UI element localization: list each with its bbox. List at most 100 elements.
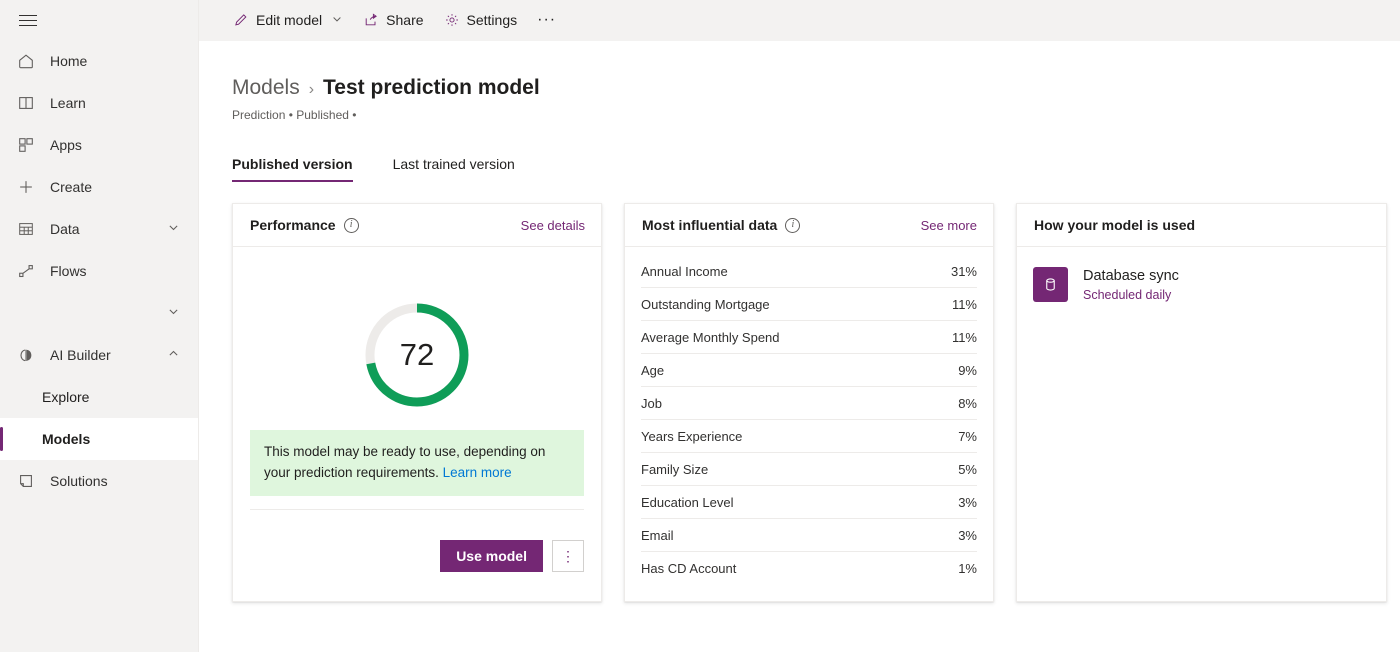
sidebar-item-label: Learn	[50, 95, 86, 111]
usage-item-name: Database sync	[1083, 267, 1179, 286]
feature-name: Annual Income	[641, 264, 728, 279]
home-icon	[16, 51, 36, 71]
flow-icon	[16, 261, 36, 281]
hamburger-menu-icon[interactable]	[8, 0, 48, 40]
chevron-up-icon[interactable]	[167, 347, 180, 363]
sidebar-item-label: Apps	[50, 137, 82, 153]
table-row: Age 9%	[641, 354, 977, 387]
chevron-down-icon[interactable]	[167, 221, 180, 237]
table-row: Annual Income 31%	[641, 255, 977, 288]
pencil-icon	[233, 12, 249, 28]
feature-percent: 8%	[958, 396, 977, 411]
usage-card-title: How your model is used	[1034, 217, 1195, 233]
command-bar: Edit model Share	[199, 0, 1400, 41]
edit-model-button[interactable]: Edit model	[223, 4, 353, 36]
see-details-link[interactable]: See details	[521, 218, 585, 233]
sidebar-item-data[interactable]: Data	[0, 208, 198, 250]
sidebar-item-apps[interactable]: Apps	[0, 124, 198, 166]
feature-name: Age	[641, 363, 664, 378]
feature-name: Outstanding Mortgage	[641, 297, 770, 312]
sidebar-item-home[interactable]: Home	[0, 40, 198, 82]
donut-chart: 72	[362, 300, 472, 410]
feature-name: Family Size	[641, 462, 708, 477]
sidebar-item-learn[interactable]: Learn	[0, 82, 198, 124]
performance-card-body: 72 This model may be ready to use, depen…	[233, 247, 601, 601]
table-row: Email 3%	[641, 519, 977, 552]
usage-card-body: Database sync Scheduled daily	[1017, 247, 1386, 601]
settings-button[interactable]: Settings	[434, 4, 528, 36]
info-icon[interactable]: i	[344, 218, 359, 233]
app-root: Home Learn Apps	[0, 0, 1400, 652]
more-options-button[interactable]: ⋮	[552, 540, 584, 572]
database-icon	[1033, 267, 1068, 302]
table-row: Family Size 5%	[641, 453, 977, 486]
info-icon[interactable]: i	[785, 218, 800, 233]
sidebar-item-label: Create	[50, 179, 92, 195]
breadcrumb-separator-icon: ›	[309, 81, 314, 99]
feature-name: Education Level	[641, 495, 734, 510]
performance-card-header: Performance i See details	[233, 204, 601, 247]
tab-last-trained-version[interactable]: Last trained version	[393, 150, 515, 182]
table-row: Average Monthly Spend 11%	[641, 321, 977, 354]
main-content: Edit model Share	[199, 0, 1400, 652]
settings-label: Settings	[467, 12, 518, 28]
usage-item-schedule: Scheduled daily	[1083, 288, 1179, 302]
tab-list: Published version Last trained version	[232, 150, 1400, 182]
sidebar-item-explore[interactable]: Explore	[0, 376, 198, 418]
sidebar-item-flows[interactable]: Flows	[0, 250, 198, 292]
performance-card-title: Performance	[250, 217, 336, 233]
feature-percent: 7%	[958, 429, 977, 444]
table-row: Years Experience 7%	[641, 420, 977, 453]
usage-item-text: Database sync Scheduled daily	[1083, 267, 1179, 302]
feature-percent: 9%	[958, 363, 977, 378]
chevron-down-icon[interactable]	[167, 305, 180, 321]
page-content: Models › Test prediction model Predictio…	[199, 76, 1400, 602]
performance-score: 72	[362, 300, 472, 410]
feature-percent: 11%	[952, 330, 977, 345]
table-icon	[16, 219, 36, 239]
sidebar-item-label: AI Builder	[50, 347, 111, 363]
feature-name: Years Experience	[641, 429, 742, 444]
feature-percent: 3%	[958, 495, 977, 510]
cards-container: Performance i See details	[232, 203, 1400, 602]
learn-more-link[interactable]: Learn more	[443, 465, 512, 480]
chevron-down-icon[interactable]	[331, 12, 343, 28]
overflow-menu-button[interactable]: ···	[527, 4, 566, 36]
list-item[interactable]: Database sync Scheduled daily	[1033, 267, 1370, 302]
tab-published-version[interactable]: Published version	[232, 150, 353, 182]
share-button[interactable]: Share	[353, 4, 433, 36]
feature-percent: 5%	[958, 462, 977, 477]
influential-card-header: Most influential data i See more	[625, 204, 993, 247]
sidebar-item-models[interactable]: Models	[0, 418, 198, 460]
page-title: Test prediction model	[323, 76, 540, 100]
plus-icon	[16, 177, 36, 197]
table-row: Job 8%	[641, 387, 977, 420]
breadcrumb-parent-link[interactable]: Models	[232, 76, 300, 100]
sidebar-item-ai-builder[interactable]: AI Builder	[0, 334, 198, 376]
sidebar-nav: Home Learn Apps	[0, 40, 198, 502]
sidebar-item-label: Data	[50, 221, 80, 237]
feature-percent: 11%	[952, 297, 977, 312]
feature-percent: 1%	[958, 561, 977, 576]
sidebar-item-label: Home	[50, 53, 87, 69]
most-influential-data-card: Most influential data i See more Annual …	[624, 203, 994, 602]
sidebar-item-create[interactable]: Create	[0, 166, 198, 208]
share-icon	[363, 12, 379, 28]
sidebar-item-label: Models	[42, 431, 90, 447]
share-label: Share	[386, 12, 423, 28]
performance-card-footer: Use model ⋮	[250, 509, 584, 601]
influential-data-list: Annual Income 31% Outstanding Mortgage 1…	[641, 247, 977, 585]
table-row: Education Level 3%	[641, 486, 977, 519]
performance-gauge: 72	[249, 300, 585, 410]
sidebar-item-label: Flows	[50, 263, 87, 279]
sidebar-item-solutions[interactable]: Solutions	[0, 460, 198, 502]
sidebar-item-label: Solutions	[50, 473, 108, 489]
influential-card-title-group: Most influential data i	[642, 217, 800, 233]
see-more-link[interactable]: See more	[921, 218, 977, 233]
usage-card-title-group: How your model is used	[1034, 217, 1195, 233]
sidebar-item-collapsed-group[interactable]	[0, 292, 198, 334]
use-model-button[interactable]: Use model	[440, 540, 543, 572]
apps-grid-icon	[16, 135, 36, 155]
model-usage-card: How your model is used	[1016, 203, 1387, 602]
solutions-icon	[16, 471, 36, 491]
